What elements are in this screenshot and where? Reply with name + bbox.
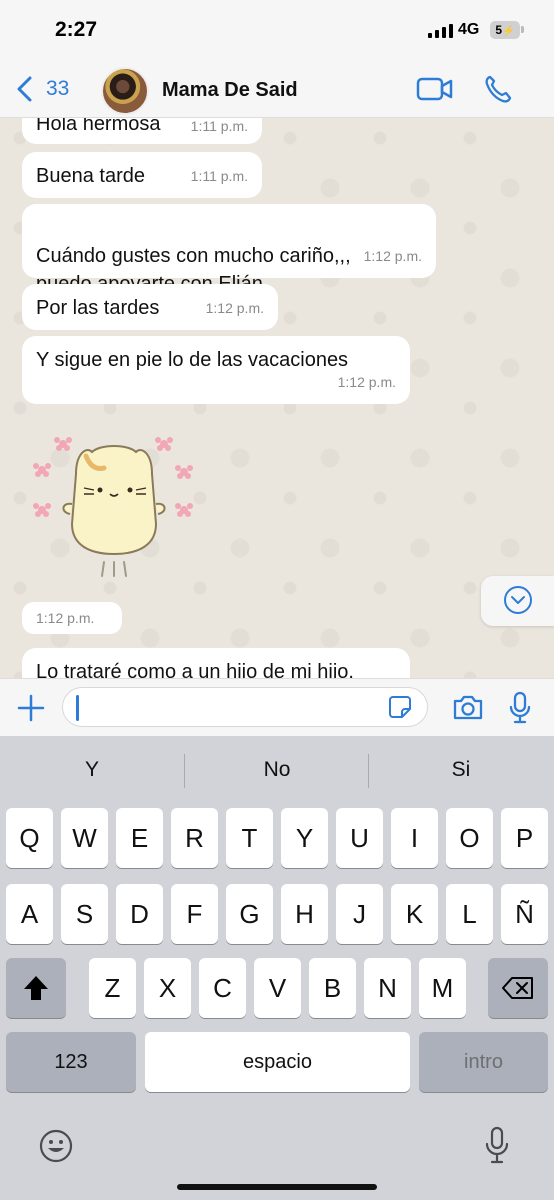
key-h[interactable]: H — [281, 884, 328, 944]
plus-icon[interactable] — [16, 693, 46, 723]
mic-icon[interactable] — [508, 691, 532, 725]
backspace-key[interactable] — [488, 958, 548, 1018]
return-key[interactable]: intro — [419, 1032, 548, 1092]
camera-icon[interactable] — [452, 693, 484, 721]
message-input[interactable] — [62, 687, 428, 727]
message-bubble[interactable]: Cuándo gustes con mucho cariño,,, puedo … — [22, 204, 436, 295]
phone-icon[interactable] — [484, 74, 512, 104]
key-n[interactable]: N — [364, 958, 411, 1018]
key-b[interactable]: B — [309, 958, 356, 1018]
shift-key[interactable] — [6, 958, 66, 1018]
suggestion-divider — [184, 754, 185, 788]
key-z[interactable]: Z — [89, 958, 136, 1018]
battery-icon: 5⚡ — [490, 21, 520, 39]
key-j[interactable]: J — [336, 884, 383, 944]
keyboard: Y No Si Q W E R T Y U I O P A S D F G H … — [0, 736, 554, 1200]
key-y[interactable]: Y — [281, 808, 328, 868]
dictation-mic-icon[interactable] — [484, 1126, 510, 1166]
suggestion-divider — [368, 754, 369, 788]
key-f[interactable]: F — [171, 884, 218, 944]
key-p[interactable]: P — [501, 808, 548, 868]
avatar[interactable] — [101, 67, 149, 115]
signal-icon — [428, 24, 453, 38]
contact-name[interactable]: Mama De Said — [162, 79, 298, 102]
message-bubble[interactable]: Lo trataré como a un hijo de mi hijo. — [22, 648, 410, 678]
key-a[interactable]: A — [6, 884, 53, 944]
network-label: 4G — [458, 21, 480, 38]
key-s[interactable]: S — [61, 884, 108, 944]
key-t[interactable]: T — [226, 808, 273, 868]
key-d[interactable]: D — [116, 884, 163, 944]
key-n-tilde[interactable]: Ñ — [501, 884, 548, 944]
key-v[interactable]: V — [254, 958, 301, 1018]
chevron-down-icon — [504, 586, 532, 614]
message-text: Buena tarde — [36, 165, 145, 187]
chat-area[interactable]: Hola hermosa 1:11 p.m. Buena tarde 1:11 … — [0, 118, 554, 678]
cat-sticker[interactable] — [28, 434, 198, 584]
chevron-left-icon[interactable] — [14, 76, 36, 102]
key-x[interactable]: X — [144, 958, 191, 1018]
chat-header: 33 Mama De Said — [0, 62, 554, 118]
message-text: Lo trataré como a un hijo de mi hijo. — [36, 661, 354, 678]
key-u[interactable]: U — [336, 808, 383, 868]
key-o[interactable]: O — [446, 808, 493, 868]
backspace-icon — [502, 977, 533, 999]
emoji-icon[interactable] — [38, 1128, 74, 1164]
message-time: 1:12 p.m. — [363, 248, 422, 264]
key-r[interactable]: R — [171, 808, 218, 868]
message-text: Y sigue en pie lo de las vacaciones — [36, 349, 349, 371]
space-key[interactable]: espacio — [145, 1032, 410, 1092]
message-time: 1:11 p.m. — [190, 168, 248, 184]
key-m[interactable]: M — [419, 958, 466, 1018]
sticker-icon[interactable] — [388, 695, 412, 719]
message-bubble[interactable]: Por las tardes 1:12 p.m. — [22, 284, 278, 330]
message-time: 1:12 p.m. — [205, 300, 264, 316]
home-indicator — [177, 1184, 377, 1190]
suggestion-bar: Y No Si — [0, 736, 554, 806]
key-g[interactable]: G — [226, 884, 273, 944]
shift-icon — [24, 976, 48, 1000]
key-k[interactable]: K — [391, 884, 438, 944]
numbers-key[interactable]: 123 — [6, 1032, 136, 1092]
message-bubble[interactable]: Buena tarde 1:11 p.m. — [22, 152, 262, 198]
key-w[interactable]: W — [61, 808, 108, 868]
sticker-time-bubble: 1:12 p.m. — [22, 602, 122, 634]
suggestion-2[interactable]: No — [207, 758, 347, 782]
video-call-icon[interactable] — [416, 76, 454, 102]
status-time: 2:27 — [55, 18, 98, 41]
suggestion-1[interactable]: Y — [22, 758, 162, 782]
message-bubble[interactable]: Y sigue en pie lo de las vacaciones 1:12… — [22, 336, 410, 404]
message-time: 1:12 p.m. — [36, 610, 95, 626]
scroll-to-bottom-button[interactable] — [481, 576, 554, 626]
status-bar: 2:27 4G 5⚡ — [0, 0, 554, 62]
message-text: Hola hermosa — [36, 118, 161, 135]
back-count[interactable]: 33 — [46, 77, 69, 101]
battery-tip — [521, 26, 524, 33]
suggestion-3[interactable]: Si — [391, 758, 531, 782]
message-time: 1:12 p.m. — [337, 374, 396, 390]
message-time: 1:11 p.m. — [190, 118, 248, 134]
message-input-bar — [0, 678, 554, 736]
key-l[interactable]: L — [446, 884, 493, 944]
message-bubble[interactable]: Hola hermosa 1:11 p.m. — [22, 118, 262, 144]
key-e[interactable]: E — [116, 808, 163, 868]
key-c[interactable]: C — [199, 958, 246, 1018]
key-i[interactable]: I — [391, 808, 438, 868]
text-caret — [76, 695, 79, 721]
message-text: Por las tardes — [36, 297, 160, 319]
key-q[interactable]: Q — [6, 808, 53, 868]
